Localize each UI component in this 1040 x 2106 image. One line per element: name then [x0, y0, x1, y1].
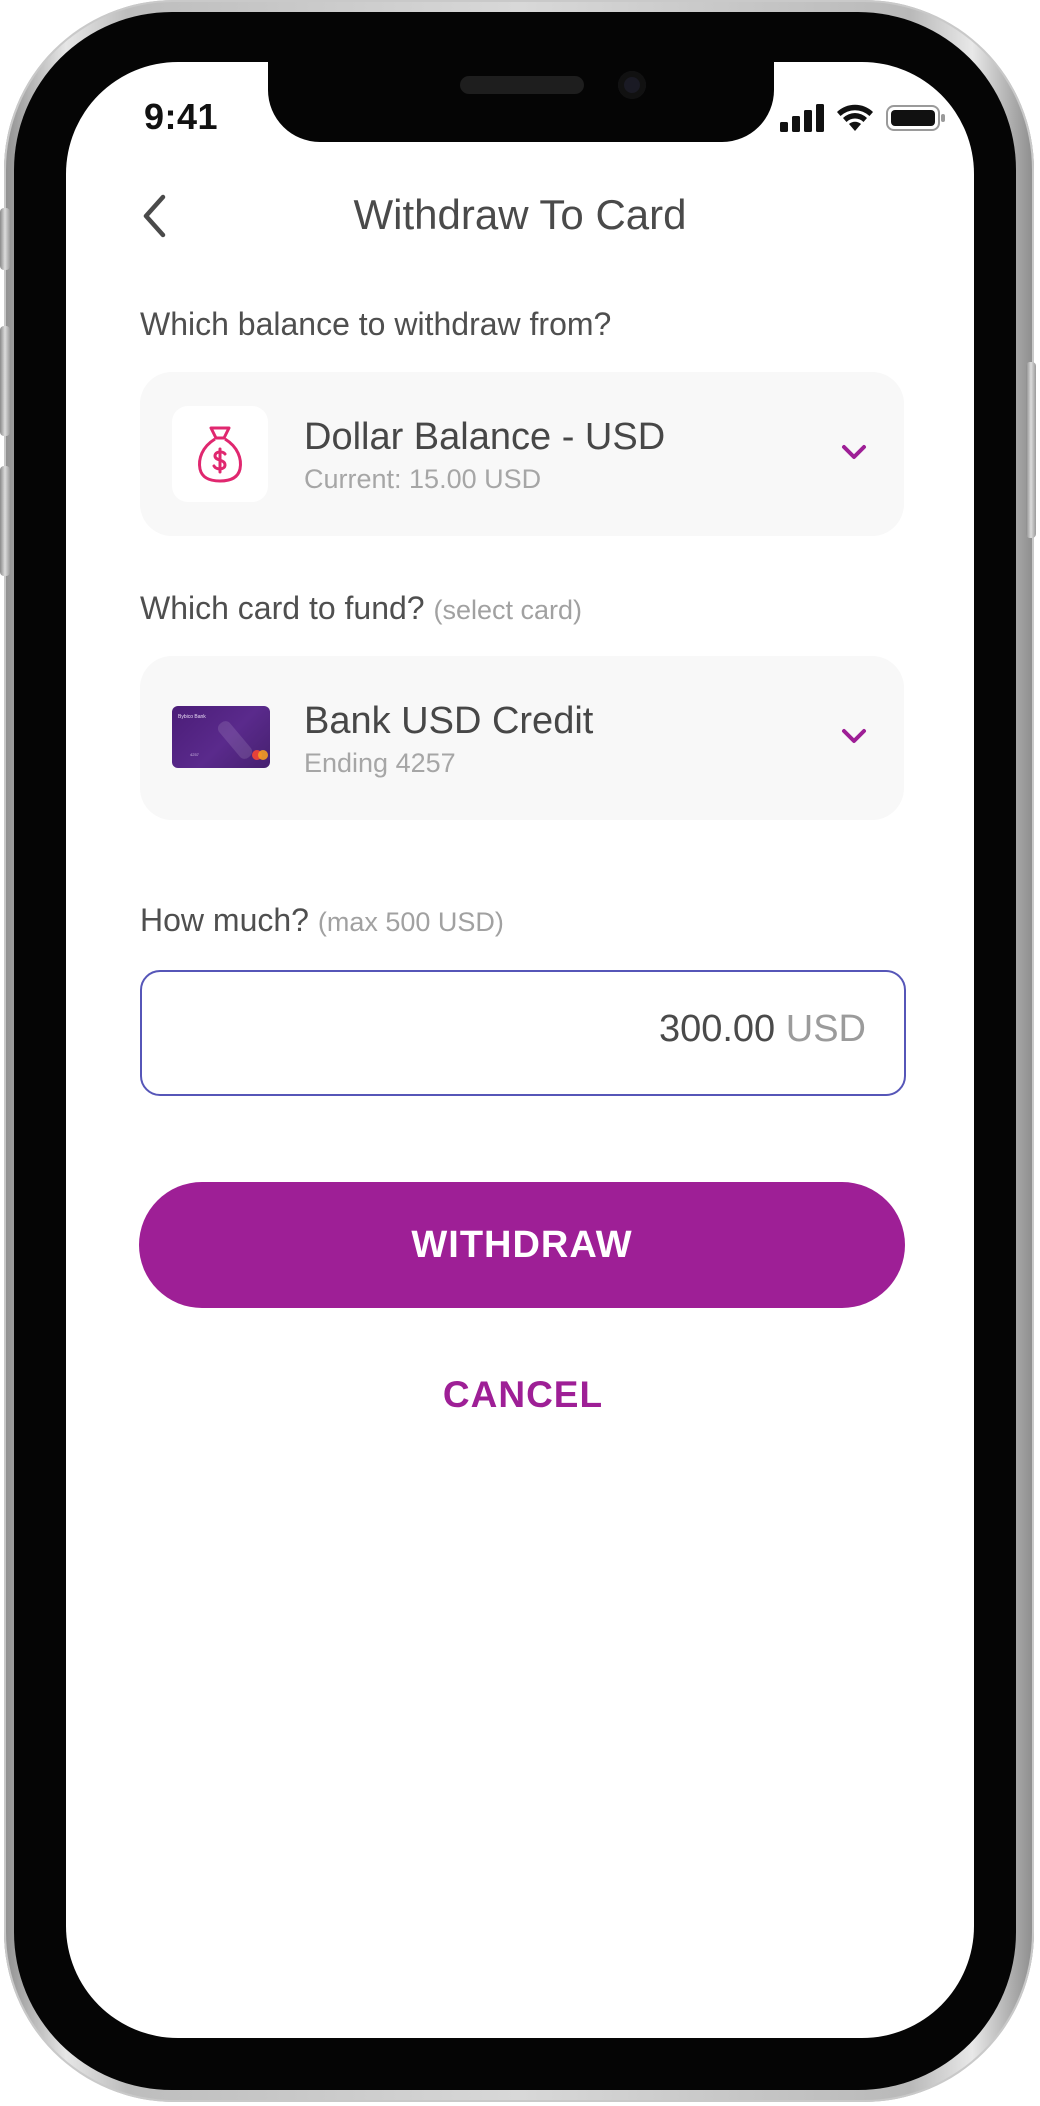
- chevron-left-icon: [143, 194, 166, 238]
- money-bag-icon: [198, 426, 242, 483]
- balance-selector[interactable]: Dollar Balance - USD Current: 15.00 USD: [140, 372, 904, 536]
- power-button: [1026, 362, 1036, 538]
- card-selector[interactable]: Bybico Bank 4257 Bank USD Credit Ending …: [140, 656, 904, 820]
- card-dropdown-chevron[interactable]: [836, 718, 872, 754]
- card-subtitle: Ending 4257: [304, 748, 456, 778]
- card-title: Bank USD Credit: [304, 700, 594, 742]
- card-label: Which card to fund? (select card): [140, 590, 582, 627]
- balance-icon-tile: [172, 406, 268, 502]
- amount-label: How much? (max 500 USD): [140, 902, 504, 939]
- balance-label-text: Which balance to withdraw from?: [140, 306, 612, 342]
- balance-title: Dollar Balance - USD: [304, 416, 666, 458]
- status-time: 9:41: [144, 96, 219, 137]
- amount-number: 300.00: [658, 1008, 776, 1050]
- card-thumbnail: Bybico Bank 4257: [172, 706, 270, 768]
- amount-value: 300.00 USD: [659, 1008, 866, 1051]
- mastercard-yellow-circle: [258, 750, 268, 760]
- balance-subtitle: Current: 15.00 USD: [304, 464, 542, 494]
- balance-dropdown-chevron[interactable]: [836, 434, 872, 470]
- balance-label: Which balance to withdraw from?: [140, 306, 611, 343]
- amount-label-hint: (max 500 USD): [317, 907, 504, 937]
- card-brand-text: Bybico Bank: [178, 714, 206, 720]
- card-label-text: Which card to fund?: [140, 590, 425, 626]
- amount-currency: USD: [785, 1008, 866, 1050]
- notch: [268, 62, 774, 142]
- card-number-text: 4257: [190, 752, 199, 757]
- volume-up-button: [0, 326, 10, 436]
- page-title: Withdraw To Card: [353, 191, 687, 238]
- front-camera: [618, 71, 646, 99]
- back-button[interactable]: [134, 188, 174, 244]
- battery-icon: [886, 105, 945, 131]
- silent-switch: [0, 208, 10, 270]
- chevron-down-icon: [842, 729, 866, 743]
- cellular-signal-icon: [780, 104, 824, 132]
- status-icons: [780, 104, 946, 132]
- chevron-down-icon: [842, 445, 866, 459]
- amount-label-text: How much?: [140, 902, 309, 938]
- amount-input[interactable]: 300.00 USD: [140, 970, 906, 1096]
- wifi-icon: [837, 104, 873, 131]
- card-label-hint: (select card): [433, 595, 583, 625]
- volume-down-button: [0, 466, 10, 576]
- card-decoration: [215, 718, 255, 762]
- speaker-grille: [460, 76, 584, 94]
- cancel-button[interactable]: CANCEL: [390, 1374, 656, 1416]
- withdraw-button[interactable]: WITHDRAW: [139, 1182, 905, 1308]
